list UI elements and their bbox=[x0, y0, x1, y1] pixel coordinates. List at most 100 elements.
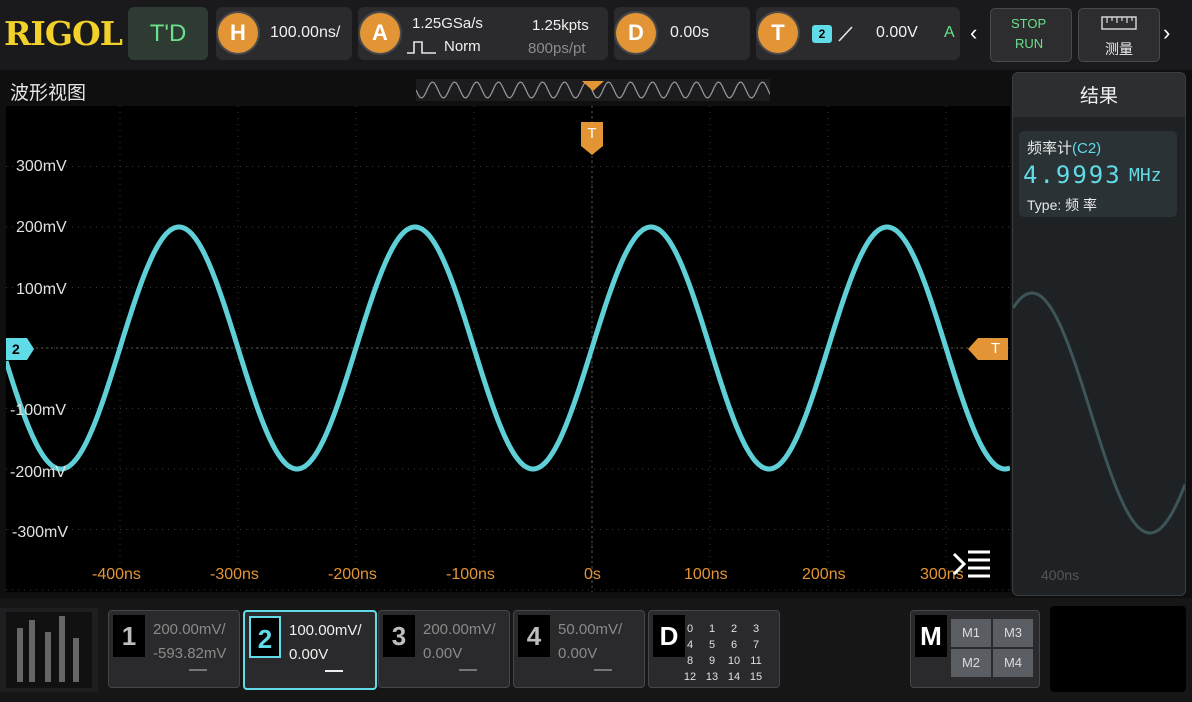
measure-label: 测量 bbox=[1105, 41, 1133, 57]
thumbnail-area bbox=[0, 608, 98, 692]
ch3-control[interactable]: 3 200.00mV/ 0.00V bbox=[378, 610, 510, 688]
acquire-mode: Norm bbox=[444, 38, 481, 55]
digital-bit: 7 bbox=[752, 639, 760, 651]
digital-bit: 13 bbox=[705, 671, 719, 683]
digital-bit: 8 bbox=[686, 655, 694, 667]
waveform-view-title: 波形视图 bbox=[10, 83, 87, 104]
run-stop-button[interactable]: STOP RUN bbox=[990, 8, 1072, 62]
x-tick-label: -100ns bbox=[446, 566, 495, 583]
y-tick-label: 300mV bbox=[16, 158, 67, 175]
digital-bit: 11 bbox=[750, 655, 762, 667]
type-value: 频 率 bbox=[1065, 197, 1098, 213]
run-label: RUN bbox=[1015, 36, 1044, 51]
x-tick-label: -300ns bbox=[210, 566, 259, 583]
trigger-source-badge: 2 bbox=[812, 25, 832, 43]
math-m2-button[interactable]: M2 bbox=[951, 649, 991, 677]
ch2-number: 2 bbox=[249, 616, 281, 658]
scroll-left-icon[interactable]: ‹ bbox=[970, 20, 977, 46]
trigger-sweep: A bbox=[944, 24, 955, 41]
sample-rate: 1.25GSa/s bbox=[412, 15, 483, 32]
digital-bit: 4 bbox=[686, 639, 694, 651]
math-m3-button[interactable]: M3 bbox=[993, 619, 1033, 647]
ch2-coupling-icon bbox=[325, 670, 343, 672]
digital-bit: 14 bbox=[727, 671, 741, 683]
measure-button[interactable]: 测量 bbox=[1078, 8, 1160, 62]
acquire-tile[interactable]: A 1.25GSa/s Norm 1.25kpts 800ps/pt bbox=[358, 7, 608, 60]
math-m1-button[interactable]: M1 bbox=[951, 619, 991, 647]
frequency-counter-card[interactable]: 频率计(C2) 4.9993 MHz Type: 频 率 bbox=[1019, 131, 1177, 217]
delay-tile[interactable]: D 0.00s bbox=[614, 7, 750, 60]
results-title: 结果 bbox=[1013, 73, 1185, 117]
y-tick-label: -200mV bbox=[10, 464, 67, 481]
rising-edge-icon bbox=[838, 26, 853, 42]
ch1-scale: 200.00mV/ bbox=[153, 621, 226, 638]
digital-bit: 2 bbox=[730, 623, 738, 635]
measurement-name: 频率计 bbox=[1027, 140, 1073, 157]
delay-value: 0.00s bbox=[670, 24, 710, 41]
digital-bit: 3 bbox=[752, 623, 760, 635]
memory-overview-strip[interactable] bbox=[416, 79, 770, 101]
ch1-control[interactable]: 1 200.00mV/ -593.82mV bbox=[108, 610, 240, 688]
ch1-number: 1 bbox=[113, 615, 145, 657]
frequency-unit: MHz bbox=[1129, 165, 1162, 186]
ch2-control[interactable]: 2 100.00mV/ 0.00V bbox=[243, 610, 377, 690]
stop-label: STOP bbox=[1011, 16, 1047, 31]
math-label: M bbox=[915, 615, 947, 657]
horizontal-scale-tile[interactable]: H 100.00ns/ bbox=[216, 7, 352, 60]
x-tick-label: 200ns bbox=[802, 566, 846, 583]
ch4-scale: 50.00mV/ bbox=[558, 621, 623, 638]
results-panel: 结果 400ns 频率计(C2) 4.9993 MHz Type: 频 率 bbox=[1012, 72, 1186, 596]
acquire-mode-icon bbox=[407, 41, 436, 54]
x-tick-label: 0s bbox=[584, 566, 601, 583]
rigol-logo: RIGOL bbox=[4, 14, 123, 53]
type-label: Type: bbox=[1027, 197, 1062, 213]
trigger-level: 0.00V bbox=[876, 24, 918, 41]
digital-bit: 10 bbox=[727, 655, 741, 667]
y-tick-label: -100mV bbox=[10, 402, 67, 419]
ruler-icon bbox=[1101, 16, 1137, 30]
ch3-coupling-icon bbox=[459, 669, 477, 671]
collapse-menu-icon[interactable] bbox=[950, 548, 992, 580]
ch2-offset: 0.00V bbox=[289, 646, 329, 663]
delay-badge: D bbox=[616, 13, 656, 53]
ch2-scale: 100.00mV/ bbox=[289, 622, 362, 639]
digital-bit: 6 bbox=[730, 639, 738, 651]
memory-depth: 1.25kpts bbox=[532, 17, 589, 34]
horizontal-badge: H bbox=[218, 13, 258, 53]
scroll-right-icon[interactable]: › bbox=[1163, 20, 1170, 46]
ch3-scale: 200.00mV/ bbox=[423, 621, 496, 638]
ghost-tick-label: 400ns bbox=[1041, 567, 1080, 583]
x-tick-label: -200ns bbox=[328, 566, 377, 583]
waveform-grid bbox=[6, 106, 1010, 592]
ch3-number: 3 bbox=[383, 615, 415, 657]
digital-bit: 15 bbox=[749, 671, 763, 683]
x-tick-label: 100ns bbox=[684, 566, 728, 583]
measurement-type-row: Type: 频 率 bbox=[1027, 195, 1097, 215]
ch1-offset: -593.82mV bbox=[153, 645, 227, 662]
digital-bit: 0 bbox=[686, 623, 694, 635]
trigger-badge: T bbox=[758, 13, 798, 53]
ch4-offset: 0.00V bbox=[558, 645, 598, 662]
math-control[interactable]: M M1 M3 M2 M4 bbox=[910, 610, 1040, 688]
y-tick-label: -300mV bbox=[12, 524, 69, 541]
timebase-mode-button[interactable]: T'D bbox=[128, 7, 208, 60]
measurement-name-row: 频率计(C2) bbox=[1027, 137, 1101, 158]
trigger-marker-pointer bbox=[581, 146, 603, 155]
ch3-offset: 0.00V bbox=[423, 645, 463, 662]
trigger-position-marker[interactable]: T bbox=[581, 122, 603, 146]
channel-bar: 1 200.00mV/ -593.82mV 2 100.00mV/ 0.00V … bbox=[0, 598, 1192, 702]
ch4-control[interactable]: 4 50.00mV/ 0.00V bbox=[513, 610, 645, 688]
ch1-coupling-icon bbox=[189, 669, 207, 671]
trigger-tile[interactable]: T 2 0.00V A bbox=[756, 7, 960, 60]
waveform-plot[interactable]: 300mV 200mV 100mV -100mV -200mV -300mV -… bbox=[6, 106, 1010, 592]
x-tick-label: -400ns bbox=[92, 566, 141, 583]
thumbnail-icon bbox=[6, 612, 92, 688]
acquire-badge: A bbox=[360, 13, 400, 53]
math-m4-button[interactable]: M4 bbox=[993, 649, 1033, 677]
digital-channels-control[interactable]: D 0 1 2 3 4 5 6 7 8 9 10 11 12 13 14 15 bbox=[648, 610, 780, 688]
digital-bit: 1 bbox=[708, 623, 716, 635]
digital-bit: 9 bbox=[708, 655, 716, 667]
y-tick-label: 200mV bbox=[16, 219, 67, 236]
horizontal-scale-value: 100.00ns/ bbox=[270, 24, 341, 41]
results-ghost-wave bbox=[1013, 291, 1185, 535]
